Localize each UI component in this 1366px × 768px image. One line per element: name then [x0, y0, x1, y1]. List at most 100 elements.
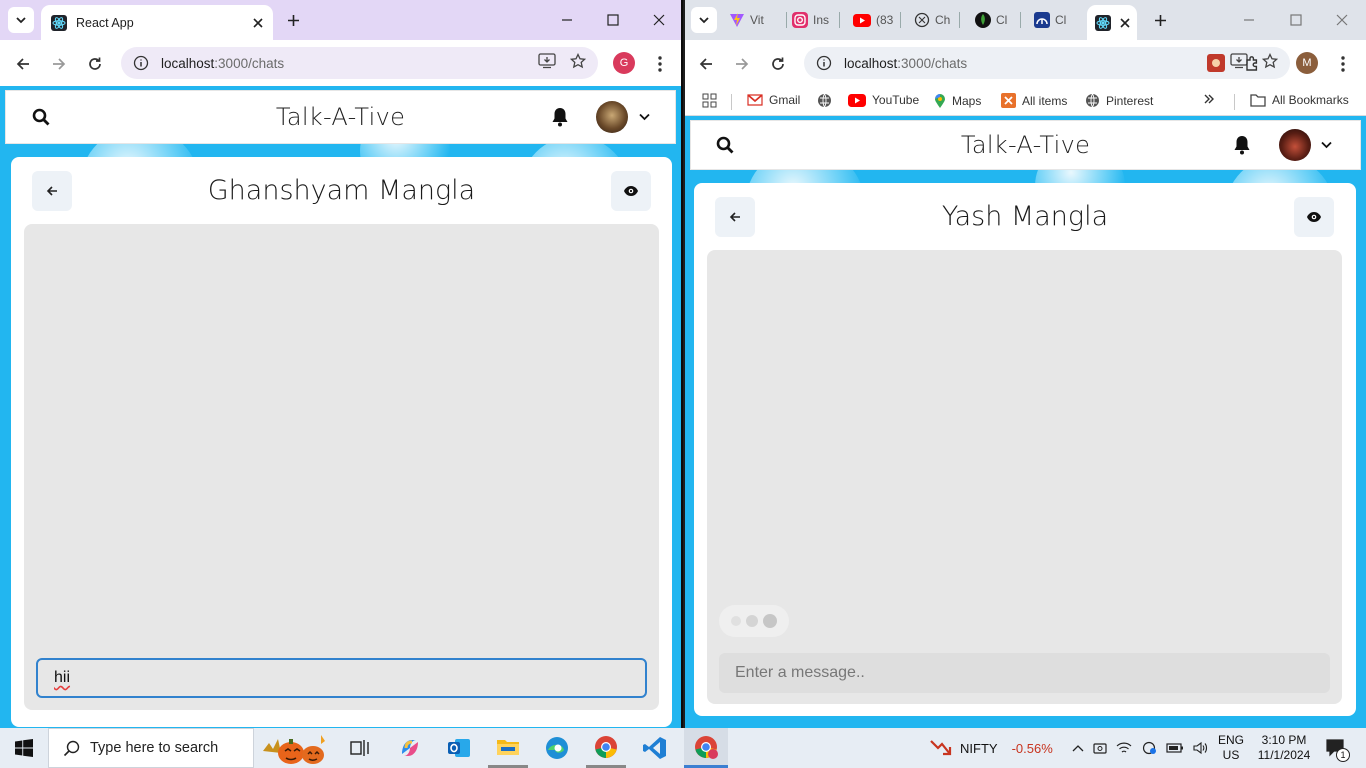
chrome-menu-button[interactable]: [647, 51, 673, 77]
new-tab-button[interactable]: [280, 7, 306, 33]
extension-icon[interactable]: [1207, 54, 1225, 72]
tab-vite[interactable]: Vit: [729, 7, 787, 33]
forward-button[interactable]: [729, 51, 755, 77]
meet-now-icon[interactable]: [1093, 741, 1107, 755]
chrome-button[interactable]: [586, 728, 626, 768]
plus-icon: [1154, 14, 1167, 27]
tab-react-app[interactable]: React App: [41, 5, 273, 40]
tab-react-app[interactable]: [1087, 5, 1137, 40]
chrome-menu-button[interactable]: [1330, 51, 1356, 77]
tab-instagram[interactable]: Ins: [792, 7, 840, 33]
install-app-icon[interactable]: [538, 53, 556, 69]
windows-icon: [15, 739, 33, 757]
stock-widget[interactable]: NIFTY -0.56%: [930, 728, 1053, 768]
extensions-puzzle-icon[interactable]: [1244, 55, 1261, 72]
gmail-icon: [747, 94, 763, 106]
edge-button[interactable]: [537, 728, 577, 768]
system-tray: [1072, 728, 1209, 768]
chat-card: Ghanshyam Mangla hii: [11, 157, 672, 727]
tab-youtube[interactable]: (83: [853, 7, 901, 33]
reload-button[interactable]: [82, 51, 108, 77]
new-tab-button[interactable]: [1147, 7, 1173, 33]
bookmark-label: All items: [1022, 93, 1068, 108]
bookmark-star-icon[interactable]: [570, 53, 586, 69]
vscode-button[interactable]: [635, 728, 675, 768]
halloween-pumpkin-icon[interactable]: [256, 728, 336, 768]
back-button[interactable]: [10, 51, 36, 77]
tab-chatgpt[interactable]: Ch: [914, 7, 960, 33]
bookmark-star-icon[interactable]: [1262, 53, 1278, 69]
region-code: US: [1222, 748, 1240, 762]
file-explorer-button[interactable]: [488, 728, 528, 768]
chevron-down-icon[interactable]: [639, 113, 650, 121]
close-tab-icon[interactable]: [1120, 17, 1130, 28]
more-bookmarks-button[interactable]: [1203, 93, 1215, 105]
input-language[interactable]: ENG US: [1218, 728, 1244, 768]
bell-icon[interactable]: [1233, 135, 1251, 155]
chat-title: Yash Mangla: [941, 201, 1109, 232]
bell-icon[interactable]: [551, 107, 569, 127]
site-info-icon[interactable]: [133, 55, 149, 71]
tab-search-button[interactable]: [8, 7, 34, 33]
bookmark-maps[interactable]: Maps: [934, 93, 981, 109]
profile-avatar[interactable]: G: [613, 52, 635, 74]
outlook-button[interactable]: [439, 728, 479, 768]
taskbar-search-placeholder: Type here to search: [90, 740, 219, 756]
search-icon[interactable]: [716, 136, 734, 154]
profile-avatar[interactable]: M: [1296, 52, 1318, 74]
reload-button[interactable]: [765, 51, 791, 77]
messages-area: Enter a message..: [707, 250, 1342, 704]
app-header: Talk-A-Tive: [5, 90, 676, 144]
back-button[interactable]: [693, 51, 719, 77]
minimize-button[interactable]: [544, 0, 590, 40]
task-view-button[interactable]: [340, 728, 380, 768]
search-icon: [63, 740, 80, 757]
close-tab-icon[interactable]: [253, 17, 263, 28]
volume-icon[interactable]: [1193, 741, 1209, 755]
copilot-button[interactable]: [390, 728, 430, 768]
view-profile-button[interactable]: [611, 171, 651, 211]
user-avatar[interactable]: [596, 101, 628, 133]
message-input[interactable]: hii: [36, 658, 647, 698]
battery-icon[interactable]: [1166, 742, 1184, 754]
taskbar-search-box[interactable]: Type here to search: [48, 728, 254, 768]
minimize-button[interactable]: [1226, 0, 1272, 40]
forward-button[interactable]: [46, 51, 72, 77]
tab-label: (83: [876, 13, 894, 27]
bookmark-all-items[interactable]: All items: [1001, 93, 1067, 108]
bookmark-youtube[interactable]: YouTube: [848, 93, 919, 107]
task-view-icon: [350, 739, 370, 757]
bookmark-globe[interactable]: [817, 93, 832, 108]
bookmark-label: Pinterest: [1106, 93, 1154, 108]
user-avatar[interactable]: [1279, 129, 1311, 161]
url-host: localhost: [161, 55, 215, 71]
maximize-button[interactable]: [590, 0, 636, 40]
message-input[interactable]: Enter a message..: [719, 653, 1330, 693]
all-bookmarks-label: All Bookmarks: [1272, 93, 1349, 107]
bookmark-pinterest[interactable]: Pinterest: [1085, 93, 1153, 108]
view-profile-button[interactable]: [1294, 197, 1334, 237]
bookmark-gmail[interactable]: Gmail: [747, 93, 800, 107]
bookmarks-divider: [1234, 94, 1235, 110]
tab-search-button[interactable]: [691, 7, 717, 33]
chevron-down-icon[interactable]: [1321, 141, 1332, 149]
apps-grid-button[interactable]: [702, 93, 717, 108]
tab-mongodb[interactable]: Cl: [975, 7, 1021, 33]
notifications-button[interactable]: 1: [1322, 728, 1350, 768]
chevron-up-icon[interactable]: [1072, 744, 1084, 752]
clock[interactable]: 3:10 PM 11/1/2024: [1255, 728, 1313, 768]
address-bar[interactable]: localhost:3000/chats: [121, 47, 598, 79]
wifi-icon[interactable]: [1116, 741, 1132, 755]
url-text: localhost:3000/chats: [161, 56, 284, 71]
chrome-profile-button[interactable]: [684, 728, 728, 768]
reload-icon: [770, 56, 786, 72]
all-bookmarks-button[interactable]: All Bookmarks: [1250, 93, 1349, 107]
close-window-button[interactable]: [1319, 0, 1365, 40]
site-info-icon[interactable]: [816, 55, 832, 71]
maximize-button[interactable]: [1273, 0, 1319, 40]
close-window-button[interactable]: [636, 0, 681, 40]
start-button[interactable]: [0, 728, 48, 768]
tab-cloud[interactable]: Cl: [1034, 7, 1080, 33]
search-icon[interactable]: [32, 108, 50, 126]
network-icon[interactable]: [1141, 741, 1157, 755]
